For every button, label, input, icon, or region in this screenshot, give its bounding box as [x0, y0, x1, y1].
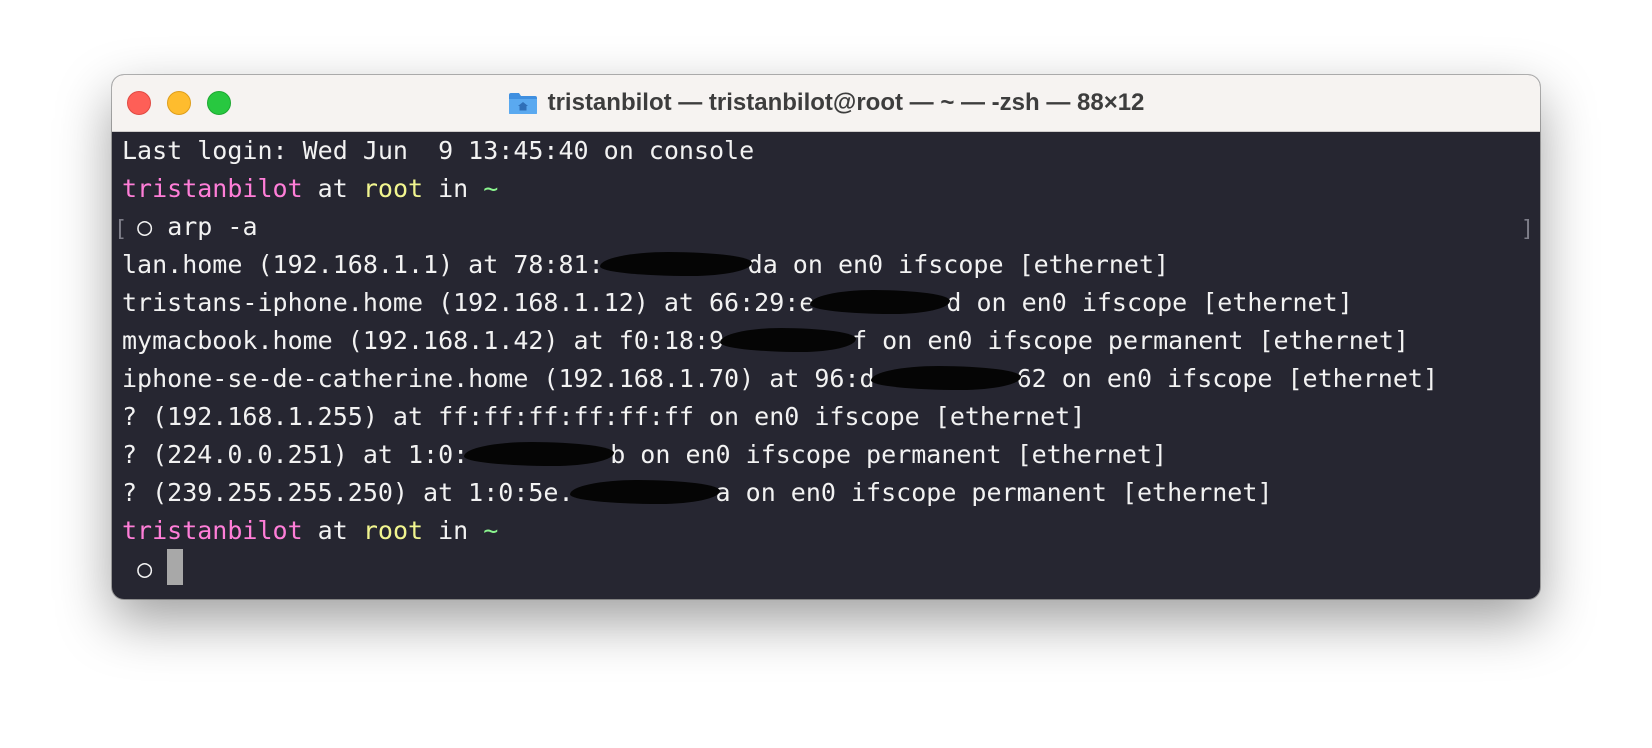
- redaction-mark: [464, 442, 615, 466]
- arp-line-text: ? (224.0.0.251) at 1:0:: [122, 440, 469, 469]
- command-text: arp -a: [167, 212, 258, 241]
- prompt-user: tristanbilot: [122, 516, 303, 545]
- arp-line: ? (224.0.0.251) at 1:0: b on en0 ifscope …: [122, 436, 1534, 474]
- text-cursor: [167, 549, 184, 585]
- arp-line: iphone-se-de-catherine.home (192.168.1.7…: [122, 360, 1534, 398]
- selection-bracket-left: [: [114, 217, 128, 242]
- arp-line-text: da on en0 ifscope [ethernet]: [747, 250, 1170, 279]
- arp-line: mymacbook.home (192.168.1.42) at f0:18:9…: [122, 322, 1534, 360]
- arp-line: lan.home (192.168.1.1) at 78:81: da on en…: [122, 246, 1534, 284]
- arp-line: tristans-iphone.home (192.168.1.12) at 6…: [122, 284, 1534, 322]
- prompt-host: root: [362, 174, 424, 203]
- prompt-host: root: [362, 516, 424, 545]
- command-line: [ ○ arp -a]: [114, 208, 1534, 246]
- arp-line: ? (239.255.255.250) at 1:0:5e. a on en0 i…: [122, 474, 1534, 512]
- prompt-in: in: [423, 174, 484, 203]
- arp-line-text: iphone-se-de-catherine.home (192.168.1.7…: [122, 364, 875, 393]
- redaction-mark: [810, 290, 951, 314]
- arp-line: ? (192.168.1.255) at ff:ff:ff:ff:ff:ff o…: [122, 398, 1534, 436]
- last-login-line: Last login: Wed Jun 9 13:45:40 on consol…: [122, 136, 755, 165]
- arp-line-text: tristans-iphone.home (192.168.1.12) at 6…: [122, 288, 815, 317]
- title-bar[interactable]: tristanbilot — tristanbilot@root — ~ — -…: [112, 75, 1540, 132]
- prompt-line: tristanbilot at root in ~: [122, 512, 1534, 550]
- redaction-mark: [569, 480, 720, 504]
- selection-bracket-right: ]: [1520, 217, 1534, 242]
- prompt-user: tristanbilot: [122, 174, 303, 203]
- arp-line-text: f on en0 ifscope permanent [ethernet]: [852, 326, 1409, 355]
- redaction-mark: [720, 328, 857, 352]
- input-line[interactable]: ○: [122, 549, 1534, 588]
- arp-line-text: lan.home (192.168.1.1) at 78:81:: [122, 250, 604, 279]
- arp-line-text: a on en0 ifscope permanent [ethernet]: [715, 478, 1273, 507]
- folder-home-icon: [508, 91, 538, 115]
- prompt-at: at: [302, 516, 363, 545]
- arp-line-text: ? (192.168.1.255) at ff:ff:ff:ff:ff:ff o…: [122, 402, 1086, 431]
- arp-line-text: mymacbook.home (192.168.1.42) at f0:18:9: [122, 326, 725, 355]
- terminal-window: tristanbilot — tristanbilot@root — ~ — -…: [112, 75, 1540, 599]
- arp-line-text: 62 on en0 ifscope [ethernet]: [1016, 364, 1439, 393]
- prompt-path: ~: [483, 174, 499, 203]
- prompt-path: ~: [483, 516, 499, 545]
- redaction-mark: [599, 252, 752, 276]
- terminal-output[interactable]: Last login: Wed Jun 9 13:45:40 on consol…: [114, 132, 1534, 599]
- prompt-at: at: [302, 174, 363, 203]
- window-title: tristanbilot — tristanbilot@root — ~ — -…: [547, 89, 1145, 116]
- arp-line-text: ? (239.255.255.250) at 1:0:5e.: [122, 478, 574, 507]
- prompt-symbol: ○: [137, 554, 153, 583]
- arp-line-text: b on en0 ifscope permanent [ethernet]: [610, 440, 1168, 469]
- arp-line-text: d on en0 ifscope [ethernet]: [946, 288, 1353, 317]
- window-title-group: tristanbilot — tristanbilot@root — ~ — -…: [112, 75, 1540, 131]
- prompt-symbol: ○: [137, 212, 153, 241]
- prompt-in: in: [423, 516, 484, 545]
- redaction-mark: [870, 366, 1021, 390]
- prompt-line: tristanbilot at root in ~: [122, 170, 1534, 208]
